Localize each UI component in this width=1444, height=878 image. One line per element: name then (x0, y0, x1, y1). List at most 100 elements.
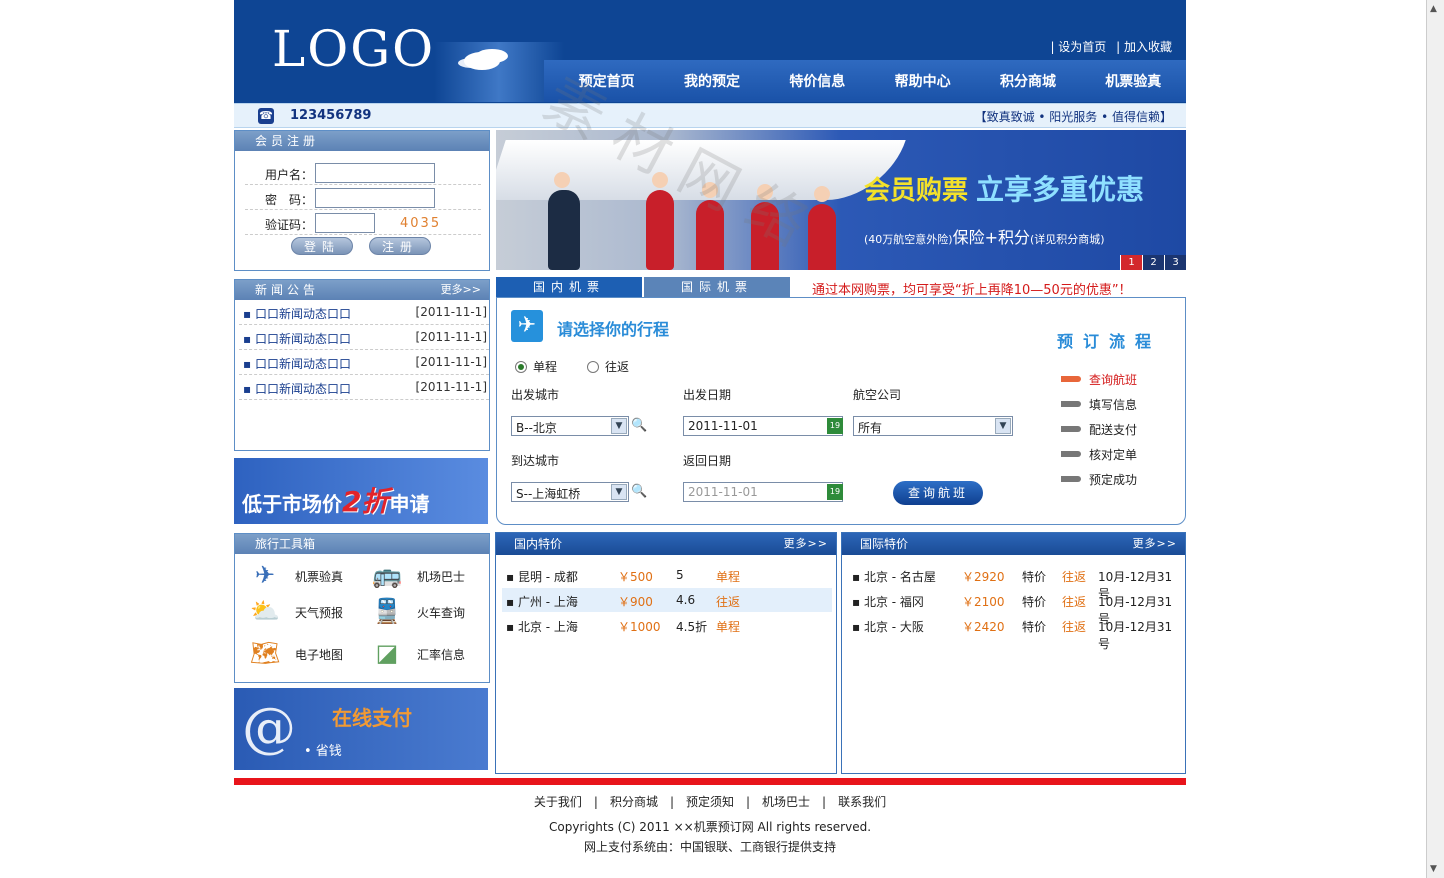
domestic-header: 国内特价 更多>> (496, 533, 836, 555)
tab-international[interactable]: 国际机票 (644, 277, 790, 297)
tool-ticket-verify[interactable]: ✈ 机票验真 (243, 560, 363, 590)
trip-type: 单程 (716, 620, 741, 634)
round-trip-radio[interactable]: 往返 (587, 358, 629, 375)
scroll-down-icon[interactable]: ▼ (1430, 864, 1437, 874)
table-row[interactable]: ▪ 昆明 - 成都 ￥500 5 单程 (502, 563, 832, 587)
news-item[interactable]: ▪ 口口新闻动态口口 [2011-11-1] (239, 351, 489, 375)
news-item[interactable]: ▪ 口口新闻动态口口 [2011-11-1] (239, 301, 489, 325)
chevron-down-icon: ▼ (611, 418, 627, 434)
username-row: 用户名： (245, 161, 481, 185)
trip-type: 往返 (716, 595, 741, 609)
banner-page-3[interactable]: 3 (1164, 255, 1186, 270)
logo[interactable]: LOGO (272, 20, 435, 78)
booking-title: 请选择你的行程 (557, 320, 670, 339)
nav-my-bookings[interactable]: 我的预定 (684, 71, 740, 91)
flow-step: 查询航班 (1061, 371, 1137, 388)
route[interactable]: ▪ 北京 - 大阪 (852, 618, 924, 635)
add-favorite-link[interactable]: | 加入收藏 (1116, 40, 1172, 54)
discount-promo-banner[interactable]: 低于市场价2折申请 (234, 458, 488, 524)
from-city-select[interactable]: B--北京 ▼ (511, 416, 629, 436)
flow-step: 核对定单 (1061, 446, 1137, 463)
phone-bar: ☎ 123456789 【致真致诚 • 阳光服务 • 值得信赖】 (234, 103, 1186, 128)
register-button[interactable]: 注册 (369, 237, 431, 255)
tab-domestic[interactable]: 国内机票 (496, 277, 642, 297)
username-input[interactable] (315, 163, 435, 183)
route[interactable]: ▪ 广州 - 上海 (506, 593, 578, 610)
table-row[interactable]: ▪ 广州 - 上海 ￥900 4.6 往返 (502, 588, 832, 612)
flow-step-label: 预定成功 (1089, 473, 1138, 487)
news-item-title[interactable]: ▪ 口口新闻动态口口 (243, 305, 351, 322)
search-flights-button[interactable]: 查询航班 (893, 481, 983, 505)
international-more-link[interactable]: 更多>> (1133, 533, 1177, 555)
weather-icon: ⛅ (250, 597, 280, 625)
nav-specials[interactable]: 特价信息 (789, 71, 845, 91)
footer-divider (234, 778, 1186, 785)
route[interactable]: ▪ 北京 - 福冈 (852, 593, 924, 610)
news-item-date: [2011-11-1] (415, 380, 487, 394)
nav-points-mall[interactable]: 积分商城 (1000, 71, 1056, 91)
news-item[interactable]: ▪ 口口新闻动态口口 [2011-11-1] (239, 376, 489, 400)
scroll-up-icon[interactable]: ▲ (1430, 4, 1437, 14)
phone-icon: ☎ (258, 108, 274, 124)
news-header: 新闻公告 更多>> (235, 280, 489, 300)
banner-page-1[interactable]: 1 (1120, 255, 1142, 270)
tool-train[interactable]: 🚆 火车查询 (365, 596, 485, 626)
radio-unchecked-icon (587, 361, 599, 373)
airline-select[interactable]: 所有 ▼ (853, 416, 1013, 436)
ticket-tabs: 国内机票 国际机票 通过本网购票，均可享受“折上再降10—50元的优惠”！ (496, 277, 1186, 298)
table-row[interactable]: ▪ 北京 - 福冈 ￥2100 特价 往返 10月-12月31号 (848, 588, 1181, 626)
captcha-input[interactable] (315, 213, 375, 233)
depart-date-input[interactable]: 2011-11-01 (683, 416, 843, 436)
nav-help[interactable]: 帮助中心 (895, 71, 951, 91)
calendar-icon[interactable]: 19 (827, 484, 843, 500)
crew-figure (751, 184, 779, 270)
search-icon[interactable]: 🔍 (631, 418, 649, 436)
captcha-image[interactable]: 4035 (400, 216, 441, 231)
tools-title: 旅行工具箱 (235, 534, 489, 554)
login-button[interactable]: 登陆 (291, 237, 353, 255)
calendar-icon[interactable]: 19 (827, 418, 843, 434)
slogan: 【致真致诚 • 阳光服务 • 值得信赖】 (974, 110, 1172, 124)
banner-note-1: (40万航空意外险) (864, 233, 953, 246)
to-city-select[interactable]: S--上海虹桥 ▼ (511, 482, 629, 502)
news-item-title[interactable]: ▪ 口口新闻动态口口 (243, 380, 351, 397)
password-input[interactable] (315, 188, 435, 208)
tool-exchange[interactable]: ◪ 汇率信息 (365, 638, 485, 668)
price: ￥2920 (962, 570, 1005, 584)
vertical-scrollbar[interactable]: ▲ ▼ (1426, 0, 1444, 878)
one-way-radio[interactable]: 单程 (515, 358, 557, 375)
footer-links[interactable]: 关于我们 | 积分商城 | 预定须知 | 机场巴士 | 联系我们 (234, 793, 1186, 810)
news-item-title[interactable]: ▪ 口口新闻动态口口 (243, 355, 351, 372)
online-pay-banner[interactable]: @ 在线支付 • 省钱 (234, 688, 488, 770)
validity: 10月-12月31号 (1098, 620, 1173, 651)
hero-banner[interactable]: 会员购票 立享多重优惠 (40万航空意外险)保险+积分(详见积分商城) 1 2 … (496, 130, 1186, 270)
table-row[interactable]: ▪ 北京 - 上海 ￥1000 4.5折 单程 (502, 613, 832, 637)
flow-step-label: 核对定单 (1089, 448, 1138, 462)
nav-ticket-verify[interactable]: 机票验真 (1105, 71, 1161, 91)
domestic-more-link[interactable]: 更多>> (784, 533, 828, 555)
promo-suffix: 申请 (389, 492, 430, 516)
set-homepage-link[interactable]: | 设为首页 (1050, 40, 1106, 54)
return-date-input[interactable]: 2011-11-01 (683, 482, 843, 502)
captcha-label: 验证码： (265, 218, 314, 232)
tool-label: 天气预报 (295, 606, 344, 620)
depart-date-label: 出发日期 (683, 388, 732, 402)
banner-main: 保险+积分 (952, 228, 1031, 247)
route[interactable]: ▪ 北京 - 名古屋 (852, 568, 936, 585)
table-row[interactable]: ▪ 北京 - 名古屋 ￥2920 特价 往返 10月-12月31号 (848, 563, 1181, 601)
tool-weather[interactable]: ⛅ 天气预报 (243, 596, 363, 626)
news-item-title[interactable]: ▪ 口口新闻动态口口 (243, 330, 351, 347)
route[interactable]: ▪ 北京 - 上海 (506, 618, 578, 635)
news-item[interactable]: ▪ 口口新闻动态口口 [2011-11-1] (239, 326, 489, 350)
nav-home[interactable]: 预定首页 (579, 71, 635, 91)
booking-panel: ✈ 请选择你的行程 单程 往返 出发城市 出发日期 航空公司 B--北京 ▼ 🔍… (496, 297, 1186, 525)
banner-page-2[interactable]: 2 (1142, 255, 1164, 270)
search-icon[interactable]: 🔍 (631, 484, 649, 502)
round-trip-label: 往返 (605, 360, 630, 374)
tool-map[interactable]: 🗺 电子地图 (243, 638, 363, 668)
password-label: 密 码： (265, 193, 314, 207)
table-row[interactable]: ▪ 北京 - 大阪 ￥2420 特价 往返 10月-12月31号 (848, 613, 1181, 651)
news-more-link[interactable]: 更多>> (441, 280, 481, 300)
route[interactable]: ▪ 昆明 - 成都 (506, 568, 578, 585)
tool-airport-bus[interactable]: 🚌 机场巴士 (365, 560, 485, 590)
